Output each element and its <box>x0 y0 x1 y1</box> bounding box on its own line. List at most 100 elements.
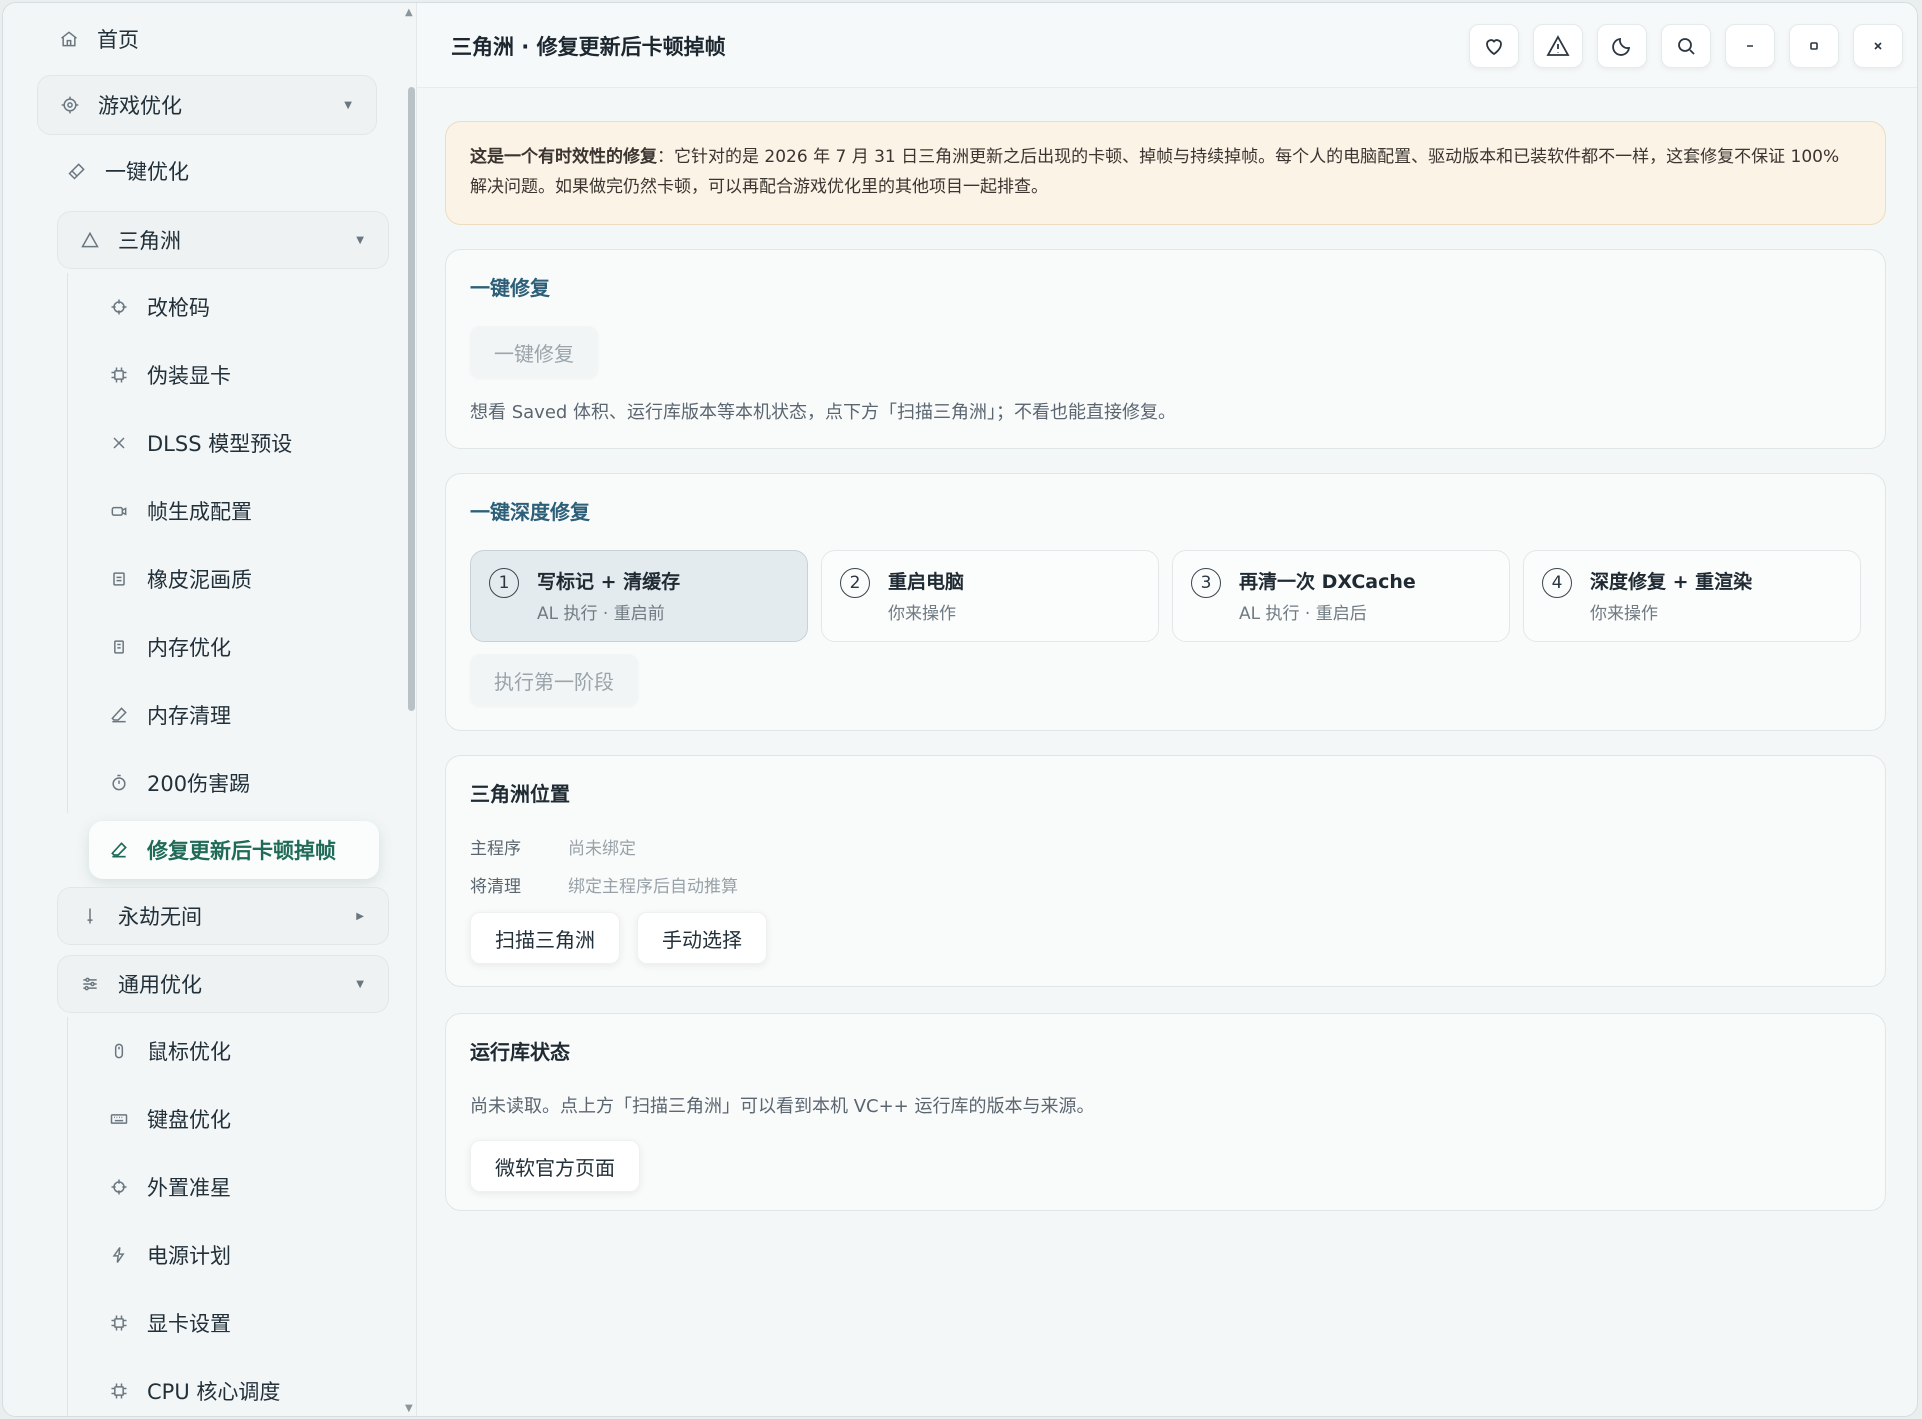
step-card[interactable]: 3 再清一次 DXCache AL 执行 · 重启后 <box>1172 550 1510 642</box>
chip-icon <box>107 1311 131 1335</box>
minimize-icon <box>1747 45 1753 47</box>
sidebar-item-label: 外置准星 <box>147 1176 231 1200</box>
sidebar-item-label: 200伤害踢 <box>147 772 251 796</box>
image-icon <box>107 567 131 591</box>
crosshair-icon <box>107 1175 131 1199</box>
sidebar-item-fake-gpu[interactable]: 伪装显卡 <box>107 357 231 393</box>
runtime-card: 运行库状态 尚未读取。点上方「扫描三角洲」可以看到本机 VC++ 运行库的版本与… <box>445 1013 1886 1211</box>
sidebar-scrollbar-thumb[interactable] <box>408 87 415 711</box>
main-program-label: 主程序 <box>470 839 521 859</box>
step-title: 深度修复 + 重渲染 <box>1590 571 1753 593</box>
sidebar-item-keyboard-opt[interactable]: 键盘优化 <box>107 1101 231 1137</box>
warning-icon <box>1546 35 1570 56</box>
scan-delta-button[interactable]: 扫描三角洲 <box>470 912 620 964</box>
sidebar-group-delta-force[interactable]: 三角洲 ▼ <box>57 211 389 269</box>
run-phase-one-button[interactable]: 执行第一阶段 <box>470 654 638 706</box>
notice-emphasis: 这是一个有时效性的修复 <box>470 147 657 167</box>
sidebar-item-label: 伪装显卡 <box>147 364 231 388</box>
step-card[interactable]: 1 写标记 + 清缓存 AL 执行 · 重启前 <box>470 550 808 642</box>
chevron-down-icon: ▼ <box>356 978 364 990</box>
sidebar-group-game-opt[interactable]: 游戏优化 ▼ <box>37 75 377 135</box>
step-subtitle: AL 执行 · 重启后 <box>1239 604 1367 624</box>
sidebar-item-label: 鼠标优化 <box>147 1040 231 1064</box>
step-number: 2 <box>840 568 870 598</box>
sidebar-item-label: 永劫无间 <box>118 905 202 929</box>
quick-fix-button[interactable]: 一键修复 <box>470 326 598 378</box>
warning-button[interactable] <box>1533 24 1583 68</box>
crosshair-icon <box>107 295 131 319</box>
moon-icon <box>1612 37 1631 56</box>
sword-icon <box>78 904 102 928</box>
chevron-right-icon: ▶ <box>356 910 364 922</box>
step-card[interactable]: 4 深度修复 + 重渲染 你来操作 <box>1523 550 1861 642</box>
scroll-down-arrow[interactable]: ▼ <box>405 1403 413 1414</box>
sidebar-item-fix-stutter[interactable]: 修复更新后卡顿掉帧 <box>89 821 379 879</box>
clean-target-value: 绑定主程序后自动推算 <box>568 877 738 897</box>
sidebar-item-memory-opt[interactable]: 内存优化 <box>107 629 231 665</box>
search-icon <box>1678 38 1695 55</box>
sidebar-group-naraka[interactable]: 永劫无间 ▶ <box>57 887 389 945</box>
sidebar: 首页 游戏优化 ▼ 一键优化 三角洲 ▼ 改枪码 伪装显卡 DLSS 模型预设 … <box>3 3 417 1416</box>
sidebar-item-dlss-preset[interactable]: DLSS 模型预设 <box>107 425 292 461</box>
timer-icon <box>107 771 131 795</box>
memory-icon <box>107 635 131 659</box>
step-number: 4 <box>1542 568 1572 598</box>
sidebar-item-mouse-opt[interactable]: 鼠标优化 <box>107 1033 231 1069</box>
sidebar-item-crosshair[interactable]: 外置准星 <box>107 1169 231 1205</box>
triangle-icon <box>78 228 102 252</box>
theme-toggle-button[interactable] <box>1597 24 1647 68</box>
sidebar-item-label: 一键优化 <box>105 160 189 184</box>
search-button[interactable] <box>1661 24 1711 68</box>
target-icon <box>58 93 82 117</box>
scroll-up-arrow[interactable]: ▲ <box>405 7 413 18</box>
sidebar-item-one-click[interactable]: 一键优化 <box>65 153 189 189</box>
sidebar-item-home[interactable]: 首页 <box>57 21 139 57</box>
sliders-icon <box>78 972 102 996</box>
main-content: 这是一个有时效性的修复：它针对的是 2026 年 7 月 31 日三角洲更新之后… <box>417 87 1917 1416</box>
keyboard-icon <box>107 1107 131 1131</box>
sidebar-item-gun-code[interactable]: 改枪码 <box>107 289 210 325</box>
page-title: 三角洲 · 修复更新后卡顿掉帧 <box>451 35 726 59</box>
sidebar-item-label: 通用优化 <box>118 973 202 997</box>
sidebar-item-clay-graphics[interactable]: 橡皮泥画质 <box>107 561 252 597</box>
deep-fix-card: 一键深度修复 1 写标记 + 清缓存 AL 执行 · 重启前 2 重启电脑 你来… <box>445 473 1886 731</box>
step-title: 写标记 + 清缓存 <box>537 571 681 593</box>
step-card[interactable]: 2 重启电脑 你来操作 <box>821 550 1159 642</box>
bolt-icon <box>107 1243 131 1267</box>
step-title: 重启电脑 <box>888 571 965 593</box>
sidebar-item-label: 三角洲 <box>118 229 181 253</box>
sidebar-item-gpu-settings[interactable]: 显卡设置 <box>107 1305 231 1341</box>
quick-fix-card: 一键修复 一键修复 想看 Saved 体积、运行库版本等本机状态，点下方「扫描三… <box>445 249 1886 449</box>
mouse-icon <box>107 1039 131 1063</box>
sidebar-group-general-opt[interactable]: 通用优化 ▼ <box>57 955 389 1013</box>
sidebar-item-label: 修复更新后卡顿掉帧 <box>147 839 336 863</box>
location-card: 三角洲位置 主程序 尚未绑定 将清理 绑定主程序后自动推算 扫描三角洲 手动选择 <box>445 755 1886 987</box>
favorite-button[interactable] <box>1469 24 1519 68</box>
minimize-button[interactable] <box>1725 24 1775 68</box>
sidebar-item-label: 显卡设置 <box>147 1312 231 1336</box>
sidebar-item-frame-gen[interactable]: 帧生成配置 <box>107 493 252 529</box>
timeliness-notice: 这是一个有时效性的修复：它针对的是 2026 年 7 月 31 日三角洲更新之后… <box>445 121 1886 225</box>
main-program-value: 尚未绑定 <box>568 839 636 859</box>
microsoft-page-button[interactable]: 微软官方页面 <box>470 1140 640 1192</box>
sidebar-item-memory-clean[interactable]: 内存清理 <box>107 697 231 733</box>
heart-icon <box>1486 39 1502 56</box>
sidebar-item-200-damage[interactable]: 200伤害踢 <box>107 765 250 801</box>
manual-select-button[interactable]: 手动选择 <box>637 912 767 964</box>
maximize-button[interactable] <box>1789 24 1839 68</box>
submenu-rail <box>67 1017 68 1416</box>
sidebar-item-cpu-scheduling[interactable]: CPU 核心调度 <box>107 1373 280 1409</box>
card-title: 一键深度修复 <box>470 500 590 524</box>
card-title: 一键修复 <box>470 276 550 300</box>
app-window: 首页 游戏优化 ▼ 一键优化 三角洲 ▼ 改枪码 伪装显卡 DLSS 模型预设 … <box>2 2 1918 1417</box>
chip-icon <box>107 1379 131 1403</box>
sidebar-item-power-plan[interactable]: 电源计划 <box>107 1237 231 1273</box>
card-title: 三角洲位置 <box>470 782 570 806</box>
title-bar: 三角洲 · 修复更新后卡顿掉帧 <box>417 3 1917 88</box>
step-number: 1 <box>489 568 519 598</box>
step-subtitle: AL 执行 · 重启前 <box>537 604 665 624</box>
camera-icon <box>107 499 131 523</box>
chip-icon <box>107 363 131 387</box>
step-subtitle: 你来操作 <box>888 604 956 624</box>
close-button[interactable] <box>1853 24 1903 68</box>
